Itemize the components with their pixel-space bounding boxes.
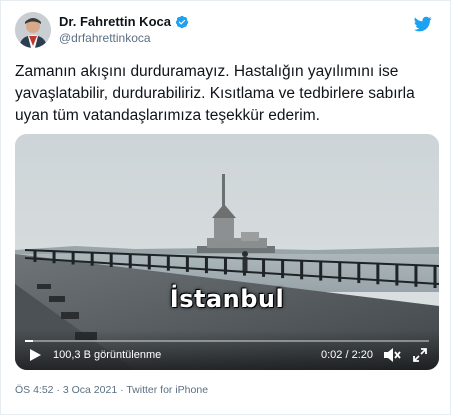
twitter-logo-icon[interactable] bbox=[414, 15, 432, 33]
video-time: 0:02 / 2:20 bbox=[321, 349, 373, 361]
tweet-time[interactable]: ÖS 4:52 bbox=[15, 384, 54, 396]
avatar[interactable] bbox=[15, 12, 51, 48]
tweet-source[interactable]: Twitter for iPhone bbox=[126, 384, 208, 396]
meta-separator: · bbox=[56, 384, 60, 396]
mute-icon[interactable] bbox=[383, 347, 401, 363]
author-handle[interactable]: @drfahrettinkoca bbox=[59, 31, 151, 45]
tweet-meta: ÖS 4:52 · 3 Oca 2021 · Twitter for iPhon… bbox=[15, 384, 208, 396]
progress-bar[interactable] bbox=[25, 340, 429, 342]
author-name-row: Dr. Fahrettin Koca bbox=[59, 14, 189, 29]
play-icon[interactable] bbox=[28, 348, 42, 362]
author-name[interactable]: Dr. Fahrettin Koca bbox=[59, 14, 171, 29]
fullscreen-icon[interactable] bbox=[412, 347, 428, 363]
progress-fill bbox=[25, 340, 34, 342]
tweet-text: Zamanın akışını durduramayız. Hastalığın… bbox=[15, 63, 415, 124]
tweet-date[interactable]: 3 Oca 2021 bbox=[63, 384, 117, 396]
video-caption: İstanbul bbox=[169, 285, 285, 313]
video-player[interactable]: İstanbul 100,3 B görüntülenme 0:02 / 2:2… bbox=[15, 134, 439, 370]
view-count: 100,3 B görüntülenme bbox=[53, 349, 162, 361]
tweet-card: Dr. Fahrettin Koca @drfahrettinkoca Zama… bbox=[0, 0, 451, 415]
video-controls: 100,3 B görüntülenme 0:02 / 2:20 bbox=[15, 330, 439, 370]
avatar-image bbox=[15, 12, 51, 48]
verified-badge-icon bbox=[175, 15, 189, 28]
meta-separator: · bbox=[120, 384, 124, 396]
